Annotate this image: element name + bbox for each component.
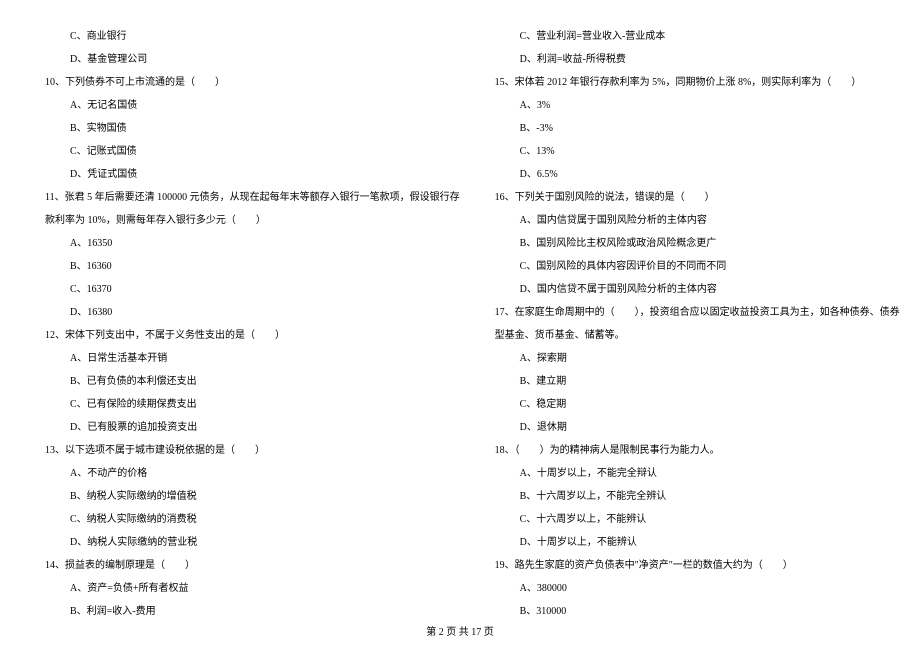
option-text: A、无记名国债 (40, 99, 460, 113)
left-column: C、商业银行 D、基金管理公司 10、下列债券不可上市流通的是（ ） A、无记名… (40, 30, 460, 619)
option-text: C、已有保险的续期保费支出 (40, 398, 460, 412)
question-text: 款利率为 10%，则需每年存入银行多少元（ ） (40, 214, 460, 228)
option-text: A、不动产的价格 (40, 467, 460, 481)
question-text: 10、下列债券不可上市流通的是（ ） (40, 76, 460, 90)
option-text: D、已有股票的追加投资支出 (40, 421, 460, 435)
option-text: C、纳税人实际缴纳的消费税 (40, 513, 460, 527)
option-text: C、国别风险的具体内容因评价目的不同而不同 (490, 260, 900, 274)
option-text: A、资产=负债+所有者权益 (40, 582, 460, 596)
option-text: A、16350 (40, 237, 460, 251)
option-text: C、商业银行 (40, 30, 460, 44)
option-text: D、16380 (40, 306, 460, 320)
option-text: C、稳定期 (490, 398, 900, 412)
question-text: 型基金、货币基金、储蓄等。 (490, 329, 900, 343)
option-text: D、国内信贷不属于国别风险分析的主体内容 (490, 283, 900, 297)
option-text: B、国别风险比主权风险或政治风险概念更广 (490, 237, 900, 251)
option-text: A、3% (490, 99, 900, 113)
question-text: 19、路先生家庭的资产负债表中"净资产"一栏的数值大约为（ ） (490, 559, 900, 573)
option-text: C、16370 (40, 283, 460, 297)
option-text: A、探索期 (490, 352, 900, 366)
question-text: 14、损益表的编制原理是（ ） (40, 559, 460, 573)
option-text: B、-3% (490, 122, 900, 136)
option-text: A、国内信贷属于国别风险分析的主体内容 (490, 214, 900, 228)
option-text: A、380000 (490, 582, 900, 596)
option-text: B、实物国债 (40, 122, 460, 136)
option-text: D、6.5% (490, 168, 900, 182)
option-text: B、16360 (40, 260, 460, 274)
option-text: C、记账式国债 (40, 145, 460, 159)
option-text: C、营业利润=营业收入-营业成本 (490, 30, 900, 44)
option-text: C、十六周岁以上，不能辨认 (490, 513, 900, 527)
option-text: B、建立期 (490, 375, 900, 389)
option-text: B、纳税人实际缴纳的增值税 (40, 490, 460, 504)
option-text: B、利润=收入-费用 (40, 605, 460, 619)
question-text: 13、以下选项不属于城市建设税依据的是（ ） (40, 444, 460, 458)
option-text: D、纳税人实际缴纳的营业税 (40, 536, 460, 550)
question-text: 17、在家庭生命周期中的（ ），投资组合应以固定收益投资工具为主，如各种债券、债… (490, 306, 900, 320)
page-footer: 第 2 页 共 17 页 (0, 623, 920, 638)
option-text: B、310000 (490, 605, 900, 619)
option-text: C、13% (490, 145, 900, 159)
question-text: 11、张君 5 年后需要还清 100000 元债务，从现在起每年末等额存入银行一… (40, 191, 460, 205)
question-text: 12、宋体下列支出中，不属于义务性支出的是（ ） (40, 329, 460, 343)
option-text: A、日常生活基本开销 (40, 352, 460, 366)
question-text: 15、宋体若 2012 年银行存款利率为 5%，同期物价上涨 8%，则实际利率为… (490, 76, 900, 90)
option-text: B、已有负债的本利偿还支出 (40, 375, 460, 389)
option-text: D、退休期 (490, 421, 900, 435)
option-text: D、凭证式国债 (40, 168, 460, 182)
option-text: D、利润=收益-所得税费 (490, 53, 900, 67)
option-text: D、十周岁以上，不能辨认 (490, 536, 900, 550)
right-column: C、营业利润=营业收入-营业成本 D、利润=收益-所得税费 15、宋体若 201… (490, 30, 900, 619)
option-text: D、基金管理公司 (40, 53, 460, 67)
option-text: A、十周岁以上，不能完全辩认 (490, 467, 900, 481)
question-text: 16、下列关于国别风险的说法，错误的是（ ） (490, 191, 900, 205)
question-text: 18、（ ）为的精神病人是限制民事行为能力人。 (490, 444, 900, 458)
option-text: B、十六周岁以上，不能完全辨认 (490, 490, 900, 504)
page-container: C、商业银行 D、基金管理公司 10、下列债券不可上市流通的是（ ） A、无记名… (0, 0, 920, 629)
